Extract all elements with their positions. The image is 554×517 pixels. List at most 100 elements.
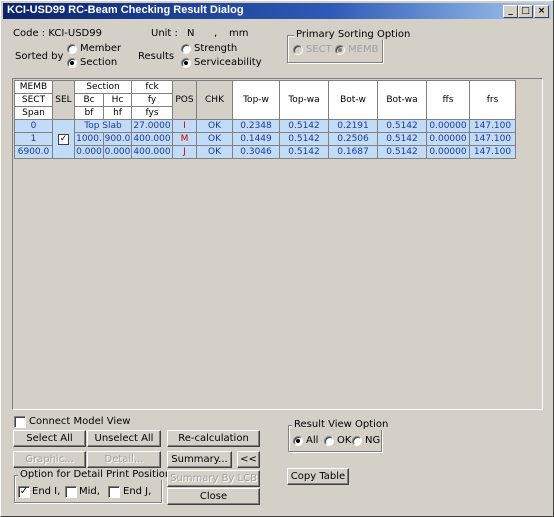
header-fys[interactable]: fys [131, 106, 173, 120]
header-section[interactable]: Section [74, 80, 132, 94]
cell-sel[interactable]: ✓ [52, 119, 75, 159]
cell-bot-w: 0.2506 [328, 132, 378, 146]
select-all-button[interactable]: Select All [13, 430, 86, 447]
cell-frs: 147.100 [469, 119, 516, 133]
header-bot-w[interactable]: Bot-w [328, 80, 378, 120]
cell-ffs: 0.00000 [426, 132, 470, 146]
cell-memb: 0 [14, 119, 53, 133]
result-serviceability-label: Serviceability [194, 57, 262, 68]
end-i-checkbox[interactable]: ✓ [18, 486, 30, 498]
end-i-label: End I, [32, 486, 61, 497]
cell-top-wa: 0.5142 [279, 119, 329, 133]
header-bot-wa[interactable]: Bot-wa [377, 80, 427, 120]
end-j-label: End J, [123, 486, 152, 497]
header-sel[interactable]: SEL [52, 80, 75, 120]
primary-sect-radio[interactable] [293, 45, 303, 55]
header-hf[interactable]: hf [103, 106, 132, 120]
table-row[interactable]: 1 1000. 900.0 400.000 M OK 0.1449 0.5142… [14, 132, 516, 146]
cell-fck: 27.0000 [131, 119, 173, 133]
cell-bot-wa: 0.5142 [377, 145, 427, 159]
cell-chk: OK [196, 119, 233, 133]
result-serviceability-radio[interactable] [181, 58, 191, 68]
cell-top-w: 0.3046 [232, 145, 280, 159]
cell-chk: OK [196, 132, 233, 146]
header-fy[interactable]: fy [131, 93, 173, 107]
detail-button[interactable]: Detail... [87, 451, 161, 468]
cell-frs: 147.100 [469, 145, 516, 159]
summary-button[interactable]: Summary... [167, 451, 232, 468]
cell-top-w: 0.2348 [232, 119, 280, 133]
header-hc[interactable]: Hc [103, 93, 132, 107]
cell-pos: J [172, 145, 197, 159]
view-ng-radio[interactable] [352, 436, 362, 446]
cell-pos: M [172, 132, 197, 146]
unselect-all-button[interactable]: Unselect All [87, 430, 161, 447]
dialog-window: KCI-USD99 RC-Beam Checking Result Dialog… [0, 0, 554, 517]
minimize-button[interactable]: _ [503, 5, 518, 18]
sorted-by-label: Sorted by [15, 51, 64, 62]
cell-hc: 900.0 [103, 132, 132, 146]
view-ng-label: NG [365, 435, 381, 446]
result-view-title: Result View Option [292, 419, 391, 430]
results-table: MEMB SEL Section fck POS CHK Top-w Top-w… [14, 80, 516, 159]
connect-model-view-label: Connect Model View [29, 416, 131, 427]
recalculation-button[interactable]: Re-calculation [167, 430, 260, 447]
header-sect[interactable]: SECT [14, 93, 53, 107]
cell-pos: I [172, 119, 197, 133]
unit-label: Unit : [151, 28, 178, 39]
cell-fys: 400.000 [131, 145, 173, 159]
header-fck[interactable]: fck [131, 80, 173, 94]
sort-member-radio[interactable] [67, 44, 77, 54]
header-chk[interactable]: CHK [196, 80, 233, 120]
row-select-checkbox[interactable]: ✓ [58, 133, 69, 145]
window-title: KCI-USD99 RC-Beam Checking Result Dialog [7, 4, 244, 16]
close-window-button[interactable]: × [534, 5, 549, 18]
view-ok-label: OK [337, 435, 352, 446]
header-span[interactable]: Span [14, 106, 53, 120]
header-frs[interactable]: frs [469, 80, 516, 120]
result-strength-label: Strength [194, 43, 238, 54]
header-bc[interactable]: Bc [74, 93, 104, 107]
results-grid[interactable]: MEMB SEL Section fck POS CHK Top-w Top-w… [12, 78, 543, 410]
close-button[interactable]: Close [167, 488, 260, 505]
cell-top-w: 0.1449 [232, 132, 280, 146]
header-ffs[interactable]: ffs [426, 80, 470, 120]
table-row[interactable]: 0 ✓ Top Slab 27.0000 I OK 0.2348 0.5142 … [14, 119, 516, 159]
sort-section-radio[interactable] [67, 58, 77, 68]
summary-by-lcb-button[interactable]: Summary By LCB [167, 470, 260, 487]
code-label: Code : KCI-USD99 [13, 28, 102, 39]
cell-bot-w: 0.2191 [328, 119, 378, 133]
view-ok-radio[interactable] [324, 436, 334, 446]
header-top-w[interactable]: Top-w [232, 80, 280, 120]
header-top-wa[interactable]: Top-wa [279, 80, 329, 120]
end-j-checkbox[interactable] [108, 486, 120, 498]
primary-sorting-group: Primary Sorting Option SECT MEMB [287, 29, 413, 63]
results-label: Results [138, 51, 175, 62]
collapse-button[interactable]: << [237, 451, 260, 468]
cell-bot-wa: 0.5142 [377, 132, 427, 146]
cell-top-wa: 0.5142 [279, 145, 329, 159]
cell-bf: 0.000 [74, 145, 104, 159]
result-strength-radio[interactable] [181, 44, 191, 54]
cell-section: Top Slab [74, 119, 132, 133]
primary-memb-label: MEMB [348, 44, 379, 55]
cell-bot-w: 0.1687 [328, 145, 378, 159]
cell-chk: OK [196, 145, 233, 159]
header-bf[interactable]: bf [74, 106, 104, 120]
connect-model-view-checkbox[interactable] [14, 416, 26, 428]
cell-bc: 1000. [74, 132, 104, 146]
cell-ffs: 0.00000 [426, 145, 470, 159]
graphic-button[interactable]: Graphic... [13, 451, 86, 468]
table-row[interactable]: 6900.0 0.000 0.000 400.000 J OK 0.3046 0… [14, 145, 516, 159]
maximize-button[interactable]: □ [518, 5, 533, 18]
mid-checkbox[interactable] [65, 486, 77, 498]
view-all-radio[interactable] [293, 436, 303, 446]
header-pos[interactable]: POS [172, 80, 197, 120]
unit-length: mm [229, 28, 249, 39]
cell-fy: 400.000 [131, 132, 173, 146]
title-bar[interactable]: KCI-USD99 RC-Beam Checking Result Dialog… [3, 3, 551, 19]
primary-memb-radio[interactable] [335, 45, 345, 55]
cell-top-wa: 0.5142 [279, 132, 329, 146]
header-memb[interactable]: MEMB [14, 80, 53, 94]
copy-table-button[interactable]: Copy Table [287, 468, 349, 485]
